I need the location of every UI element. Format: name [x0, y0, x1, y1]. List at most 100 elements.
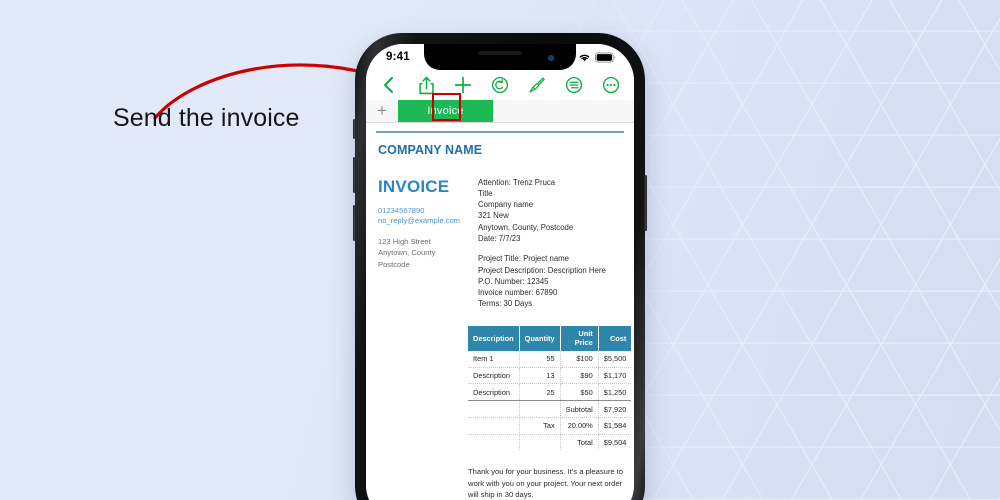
phone-notch: [424, 44, 576, 70]
closing-paragraph: Thank you for your business. It's a plea…: [468, 467, 624, 500]
undo-button[interactable]: [487, 72, 513, 98]
invoice-title: INVOICE: [378, 176, 450, 196]
share-button[interactable]: [413, 72, 439, 98]
phone-power-button[interactable]: [644, 175, 647, 231]
sheet-tab-bar: + Invoice: [366, 100, 634, 123]
project-line: Invoice number: 67890: [478, 288, 558, 298]
recipient-line: Title: [478, 188, 493, 198]
document-top-rule: [376, 131, 624, 133]
sender-address-line: Anytown, County: [378, 248, 436, 258]
phone-screen: 9:41 + Invoice COMPANY NAME INVOICE 0123…: [366, 44, 634, 500]
project-line: Terms: 30 Days: [478, 299, 533, 309]
phone-mockup: 9:41 + Invoice COMPANY NAME INVOICE 0123…: [353, 33, 647, 500]
recipient-block: Attention: Trenz Pruca Title Company nam…: [478, 177, 624, 245]
table-header-row: Description Quantity Unit Price Cost: [468, 325, 632, 351]
table-row[interactable]: Description 25 $50 $1,250: [468, 383, 632, 402]
cell-quantity: 13: [519, 367, 561, 385]
phone-volume-up-button[interactable]: [353, 157, 356, 193]
project-line: Project Description: Description Here: [478, 265, 606, 275]
closing-block: Thank you for your business. It's a plea…: [376, 466, 624, 500]
earpiece-speaker-icon: [478, 51, 522, 55]
plus-icon: [454, 76, 472, 94]
spreadsheet-document[interactable]: COMPANY NAME INVOICE 01234567890 no_repl…: [366, 123, 634, 500]
cell-subtotal-value: $7,920: [598, 400, 632, 418]
sheet-tab-invoice[interactable]: Invoice: [398, 100, 493, 122]
cell-total-label: Total: [560, 434, 599, 451]
cell-total-value: $9,504: [603, 438, 627, 448]
cell-unit-price: $50: [560, 383, 599, 402]
recipient-and-project-block: Attention: Trenz Pruca Title Company nam…: [478, 177, 624, 310]
back-button[interactable]: [376, 72, 402, 98]
cell-tax-rate: 20.00%: [560, 417, 599, 435]
recipient-line: Date: 7/7/23: [478, 233, 521, 243]
total-row: Total $9,504: [468, 434, 631, 451]
subtotal-row: Subtotal $7,920: [468, 400, 632, 418]
recipient-line: Attention: Trenz Pruca: [478, 177, 556, 187]
project-block: Project Title: Project name Project Desc…: [478, 253, 624, 309]
undo-icon: [491, 76, 509, 94]
cell-blank3: [519, 434, 561, 451]
screenshot-stage: Send the invoice 9:41 + Invoice COMPANY …: [0, 0, 1000, 500]
cell-cost: $5,500: [598, 350, 632, 368]
annotation-label: Send the invoice: [113, 104, 300, 132]
col-description: Description: [468, 325, 520, 351]
invoice-table[interactable]: Description Quantity Unit Price Cost Ite…: [468, 325, 632, 451]
app-toolbar: [366, 70, 634, 100]
battery-icon: [595, 52, 616, 62]
cell-cost: $1,250: [598, 383, 632, 402]
cell-blank: [468, 400, 520, 418]
recipient-line: 321 New: [478, 211, 509, 221]
invoice-table-head: Description Quantity Unit Price Cost: [468, 325, 632, 351]
recipient-line: Company name: [478, 200, 534, 210]
comments-button[interactable]: [561, 72, 587, 98]
table-row[interactable]: Item 1 55 $100 $5,500: [468, 350, 632, 368]
wifi-icon: [579, 54, 590, 61]
cell-description: Item 1: [468, 350, 520, 368]
col-quantity: Quantity: [519, 325, 561, 351]
paintbrush-icon: [529, 77, 545, 93]
cell-subtotal-label: Subtotal: [560, 400, 599, 418]
cell-cost: $1,170: [598, 367, 632, 385]
cell-tax-value: $1,584: [598, 417, 632, 435]
sender-address-line: Postcode: [378, 259, 410, 269]
chevron-left-icon: [384, 77, 393, 93]
project-line: P.O. Number: 12345: [478, 276, 549, 286]
document-columns: INVOICE 01234567890 no_reply@example.com…: [376, 177, 624, 310]
sender-block: INVOICE 01234567890 no_reply@example.com…: [378, 177, 464, 310]
col-unit-price: Unit Price: [560, 325, 599, 351]
company-name-heading: COMPANY NAME: [378, 142, 483, 157]
phone-volume-down-button[interactable]: [353, 205, 356, 241]
project-line: Project Title: Project name: [478, 254, 570, 264]
invoice-table-body: Item 1 55 $100 $5,500 Description 13 $90…: [468, 350, 632, 451]
cell-unit-price: $100: [560, 350, 599, 368]
status-time: 9:41: [386, 51, 410, 63]
cell-blank: [468, 434, 520, 451]
document-lines-icon: [565, 76, 583, 94]
cell-tax-label-left: Tax: [519, 417, 561, 435]
add-sheet-button[interactable]: +: [366, 100, 398, 122]
cell-blank: [468, 417, 520, 435]
sender-email: no_reply@example.com: [378, 216, 460, 226]
front-camera-icon: [548, 55, 554, 61]
recipient-line: Anytown, County, Postcode: [478, 222, 574, 232]
cell-quantity: 55: [519, 350, 561, 368]
cell-quantity: 25: [519, 383, 561, 402]
format-brush-button[interactable]: [524, 72, 550, 98]
cell-description: Description: [468, 383, 520, 402]
cell-blank2: [519, 400, 561, 418]
sender-phone: 01234567890: [378, 205, 425, 215]
col-cost: Cost: [598, 325, 632, 351]
cell-unit-price: $90: [560, 367, 599, 385]
insert-button[interactable]: [450, 72, 476, 98]
table-row[interactable]: Description 13 $90 $1,170: [468, 367, 632, 385]
sender-address: 123 High Street Anytown, County Postcode: [378, 236, 464, 270]
cell-description: Description: [468, 367, 520, 385]
phone-mute-switch[interactable]: [353, 119, 356, 139]
sender-address-line: 123 High Street: [378, 237, 431, 247]
ellipsis-icon: [602, 76, 620, 94]
more-button[interactable]: [598, 72, 624, 98]
share-icon: [418, 76, 434, 94]
invoice-table-wrapper: Description Quantity Unit Price Cost Ite…: [376, 325, 632, 451]
tax-row: Tax 20.00% $1,584: [468, 417, 632, 435]
